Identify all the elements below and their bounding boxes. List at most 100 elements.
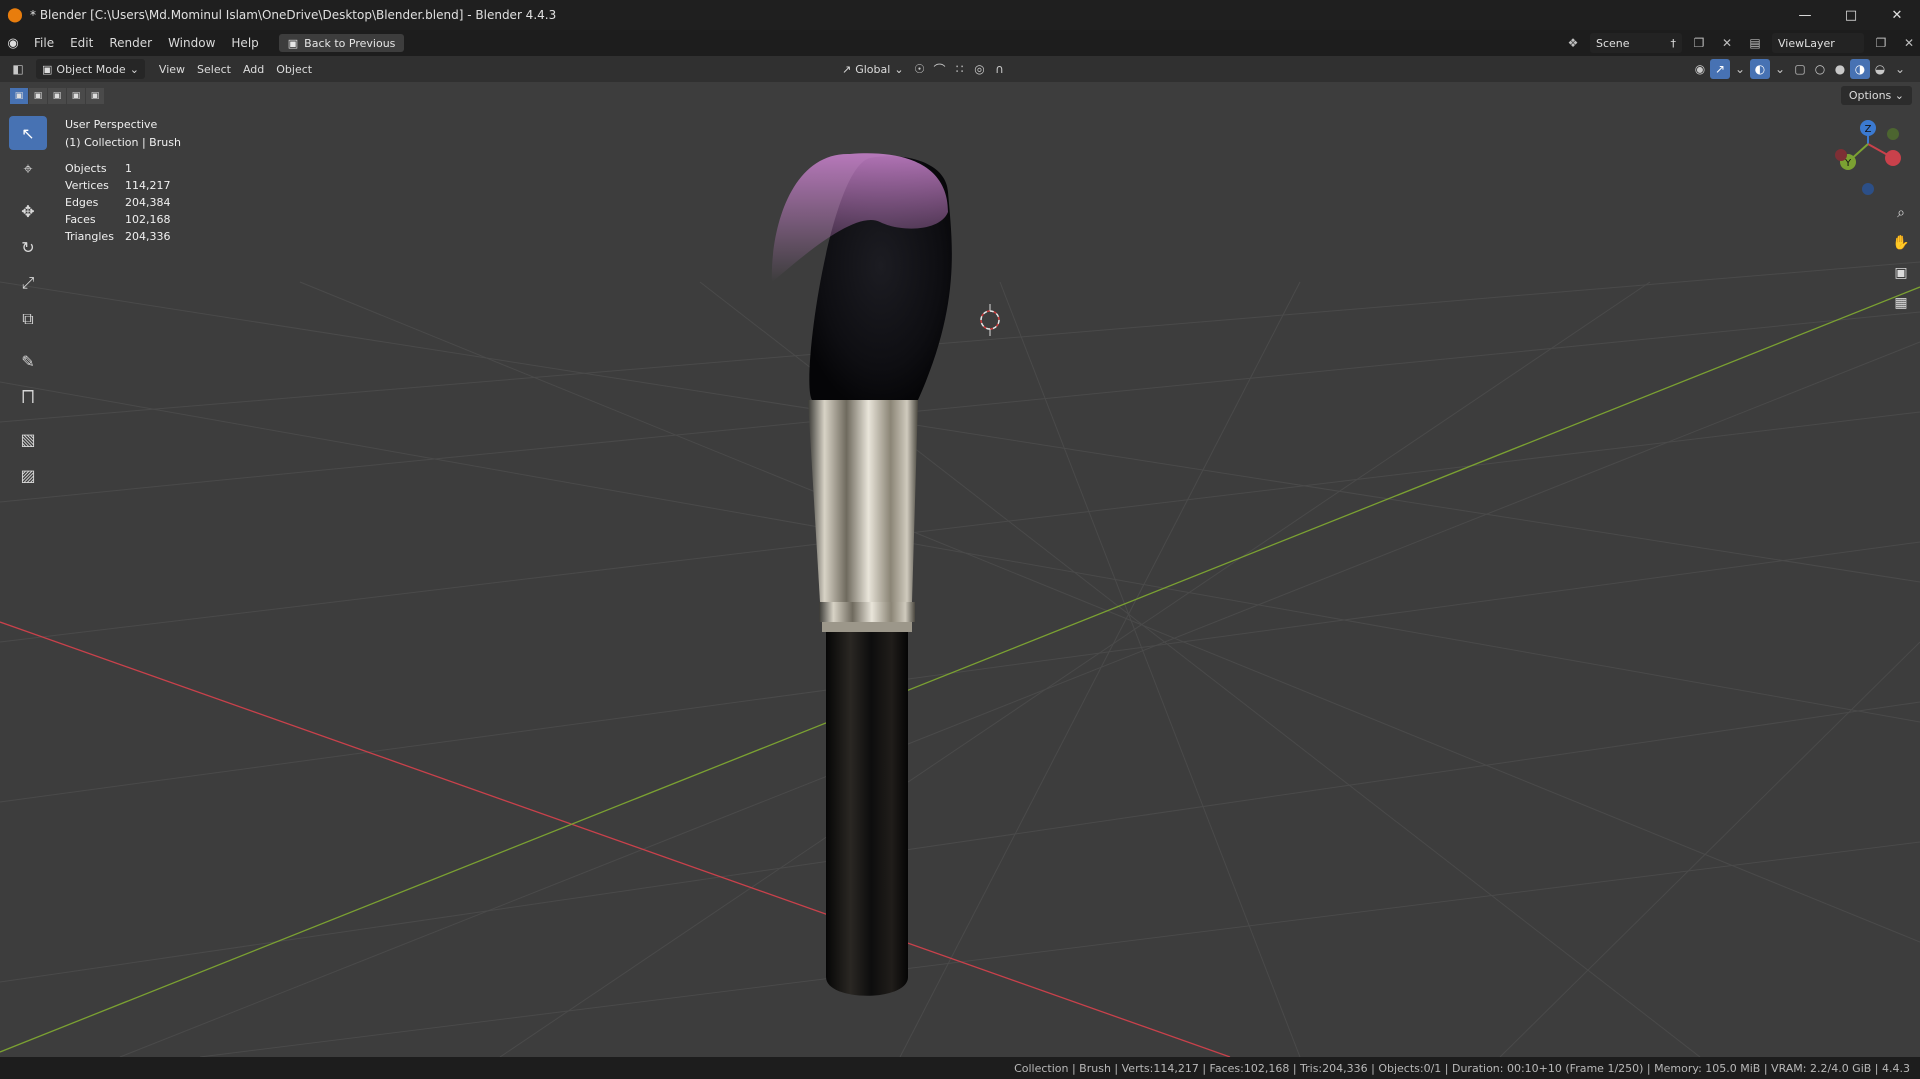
mode-dropdown[interactable]: ▣ Object Mode ⌄ bbox=[36, 59, 145, 79]
scene-selector-icon[interactable]: ❖ bbox=[1562, 33, 1584, 53]
maximize-button[interactable]: □ bbox=[1828, 0, 1874, 30]
selection-mode-group: ▣ ▣ ▣ ▣ ▣ bbox=[10, 88, 104, 104]
measure-tool[interactable]: ⨅ bbox=[9, 380, 47, 414]
new-scene-icon[interactable]: ❐ bbox=[1688, 33, 1710, 53]
3d-viewport[interactable]: Z Y ▣ ▣ ▣ ▣ ▣ User Perspective (1) Colle… bbox=[0, 82, 1920, 1057]
select-new-icon[interactable]: ▣ bbox=[10, 88, 28, 104]
visibility-icon[interactable]: ◉ bbox=[1690, 59, 1710, 79]
solid-shading-icon[interactable]: ● bbox=[1830, 59, 1850, 79]
gizmo-toggle-icon[interactable]: ↗ bbox=[1710, 59, 1730, 79]
snap-target-icon[interactable]: ∷ bbox=[950, 59, 970, 79]
object-tool-icon: ▨ bbox=[20, 465, 36, 485]
options-dropdown[interactable]: Options ⌄ bbox=[1840, 86, 1912, 105]
gizmo-y-label: Y bbox=[1844, 158, 1852, 169]
navigation-gizmo[interactable]: Z Y bbox=[1835, 120, 1901, 195]
minimize-button[interactable]: — bbox=[1782, 0, 1828, 30]
extra-tool[interactable]: ▨ bbox=[9, 458, 47, 492]
material-preview-shading-icon[interactable]: ◑ bbox=[1850, 59, 1870, 79]
scene-statistics: Objects 1 Vertices 114,217 Edges 204,384 Fa… bbox=[65, 160, 171, 245]
brush-object[interactable] bbox=[771, 153, 952, 996]
chevron-down-icon: ⌄ bbox=[129, 62, 139, 76]
viewport-header: ◧ ▣ Object Mode ⌄ View Select Add Object… bbox=[0, 56, 1920, 82]
viewlayer-name: ViewLayer bbox=[1778, 36, 1835, 50]
menu-window[interactable]: Window bbox=[160, 36, 223, 50]
falloff-icon[interactable]: ∩ bbox=[990, 59, 1010, 79]
delete-scene-icon[interactable]: ✕ bbox=[1716, 33, 1738, 53]
xray-toggle-icon[interactable]: ▢ bbox=[1790, 59, 1810, 79]
navigation-buttons: ⌕ ✋ ▣ ▦ bbox=[1890, 200, 1912, 320]
stat-row: Edges 204,384 bbox=[65, 194, 171, 211]
menu-file[interactable]: File bbox=[26, 36, 62, 50]
editor-type-icon[interactable]: ◧ bbox=[8, 59, 28, 79]
overlay-toggle-icon[interactable]: ◐ bbox=[1750, 59, 1770, 79]
snap-toggle-icon[interactable]: ⌒ bbox=[930, 59, 950, 79]
perspective-toggle-icon[interactable]: ▦ bbox=[1890, 290, 1912, 316]
new-viewlayer-icon[interactable]: ❐ bbox=[1870, 33, 1892, 53]
pencil-icon: ✎ bbox=[21, 351, 35, 371]
viewport-info: User Perspective (1) Collection | Brush bbox=[65, 116, 181, 152]
stat-row: Triangles 204,336 bbox=[65, 228, 171, 245]
stat-label: Vertices bbox=[65, 179, 109, 192]
options-label: Options bbox=[1848, 89, 1892, 102]
menu-object[interactable]: Object bbox=[270, 59, 318, 79]
cursor-tool[interactable]: ⌖ bbox=[9, 152, 47, 186]
select-subtract-icon[interactable]: ▣ bbox=[48, 88, 66, 104]
rendered-shading-icon[interactable]: ◒ bbox=[1870, 59, 1890, 79]
menu-help[interactable]: Help bbox=[223, 36, 266, 50]
cursor-arrow-icon: ↖ bbox=[21, 123, 35, 143]
transform-icon: ⧉ bbox=[22, 309, 34, 328]
camera-view-icon[interactable]: ▣ bbox=[1890, 260, 1912, 286]
overlay-dropdown-icon[interactable]: ⌄ bbox=[1770, 59, 1790, 79]
viewlayer-selector-icon[interactable]: ▤ bbox=[1744, 33, 1766, 53]
window-titlebar: ⬤ * Blender [C:\Users\Md.Mominul Islam\O… bbox=[0, 0, 1920, 30]
pin-icon[interactable]: † bbox=[1671, 37, 1677, 50]
scene-name-field[interactable]: Scene † bbox=[1590, 33, 1682, 53]
menu-view[interactable]: View bbox=[153, 59, 191, 79]
select-extend-icon[interactable]: ▣ bbox=[29, 88, 47, 104]
move-tool[interactable]: ✥ bbox=[9, 194, 47, 228]
proportional-edit-icon[interactable]: ◎ bbox=[970, 59, 990, 79]
wireframe-shading-icon[interactable]: ○ bbox=[1810, 59, 1830, 79]
annotate-tool[interactable]: ✎ bbox=[9, 344, 47, 378]
stat-row: Objects 1 bbox=[65, 160, 171, 177]
viewlayer-field[interactable]: ViewLayer bbox=[1772, 33, 1864, 53]
select-box-tool[interactable]: ↖ bbox=[9, 116, 47, 150]
stat-row: Faces 102,168 bbox=[65, 211, 171, 228]
maximize-icon: □ bbox=[1844, 7, 1858, 23]
select-invert-icon[interactable]: ▣ bbox=[67, 88, 85, 104]
back-to-previous-button[interactable]: ▣ Back to Previous bbox=[278, 34, 405, 52]
delete-viewlayer-icon[interactable]: ✕ bbox=[1898, 33, 1920, 53]
scale-tool[interactable]: ⤢ bbox=[9, 266, 47, 300]
menu-edit[interactable]: Edit bbox=[62, 36, 101, 50]
gizmo-z-label: Z bbox=[1865, 124, 1872, 135]
close-button[interactable]: ✕ bbox=[1874, 0, 1920, 30]
object-mode-icon: ▣ bbox=[42, 62, 53, 76]
stat-value: 204,384 bbox=[125, 196, 171, 209]
gizmo-dropdown-icon[interactable]: ⌄ bbox=[1730, 59, 1750, 79]
chevron-down-icon: ⌄ bbox=[894, 62, 904, 76]
brush-handle bbox=[826, 632, 908, 996]
back-screen-icon: ▣ bbox=[287, 36, 299, 50]
stat-label: Objects bbox=[65, 162, 107, 175]
orientation-icon: ↗ bbox=[842, 62, 852, 76]
pivot-point-icon[interactable]: ☉ bbox=[910, 59, 930, 79]
move-arrows-icon: ✥ bbox=[21, 201, 35, 221]
menu-select[interactable]: Select bbox=[191, 59, 237, 79]
transform-tool[interactable]: ⧉ bbox=[9, 302, 47, 336]
menu-add[interactable]: Add bbox=[237, 59, 270, 79]
transform-orientation-dropdown[interactable]: ↗ Global ⌄ bbox=[836, 59, 910, 79]
rotate-icon: ↻ bbox=[21, 237, 35, 257]
brush-ferrule-band bbox=[822, 622, 912, 632]
3d-cursor[interactable] bbox=[980, 304, 1000, 336]
rotate-tool[interactable]: ↻ bbox=[9, 230, 47, 264]
pan-hand-icon[interactable]: ✋ bbox=[1890, 230, 1912, 256]
menu-render[interactable]: Render bbox=[101, 36, 160, 50]
select-intersect-icon[interactable]: ▣ bbox=[86, 88, 104, 104]
stat-row: Vertices 114,217 bbox=[65, 177, 171, 194]
shading-dropdown-icon[interactable]: ⌄ bbox=[1890, 59, 1910, 79]
zoom-icon[interactable]: ⌕ bbox=[1890, 200, 1912, 226]
blender-menu-icon[interactable]: ◉ bbox=[0, 36, 26, 51]
crosshair-icon: ⌖ bbox=[23, 159, 33, 178]
add-cube-tool[interactable]: ▧ bbox=[9, 422, 47, 456]
mode-label: Object Mode bbox=[56, 62, 126, 76]
